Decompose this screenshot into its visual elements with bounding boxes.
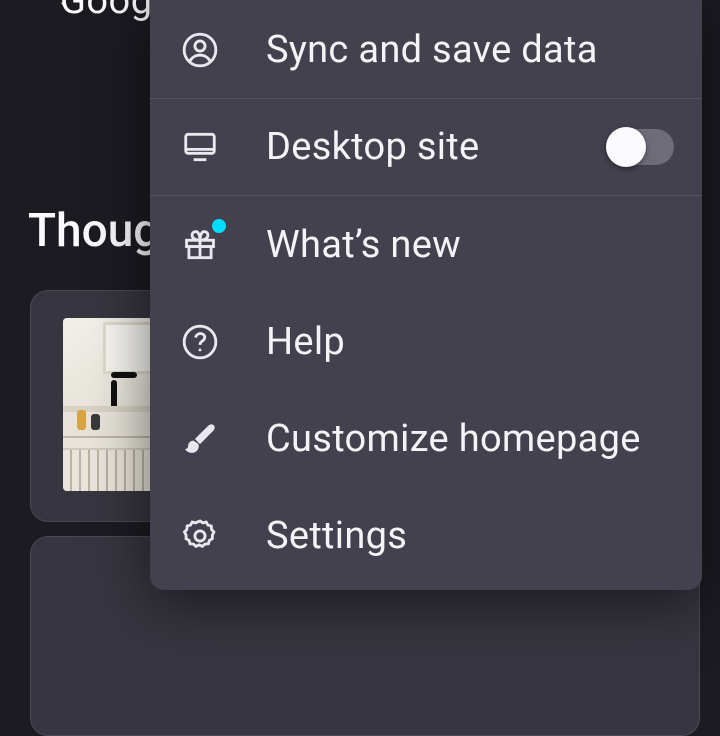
desktop-site-toggle[interactable] xyxy=(606,129,674,165)
menu-item-settings[interactable]: Settings xyxy=(150,487,702,584)
menu-item-label: Customize homepage xyxy=(266,417,641,461)
top-link-text: Goog xyxy=(60,0,153,23)
gear-icon xyxy=(178,514,222,558)
badge-dot-icon xyxy=(212,219,226,233)
menu-item-sync[interactable]: Sync and save data xyxy=(150,2,702,99)
menu-item-label: Settings xyxy=(266,514,407,558)
brush-icon xyxy=(178,417,222,461)
menu-item-label: Help xyxy=(266,320,345,364)
gift-icon xyxy=(178,223,222,267)
overflow-menu: Sync and save data Desktop site What’s n… xyxy=(150,0,702,590)
menu-item-desktop-site[interactable]: Desktop site xyxy=(150,99,702,196)
menu-item-whats-new[interactable]: What’s new xyxy=(150,196,702,293)
menu-item-customize-homepage[interactable]: Customize homepage xyxy=(150,390,702,487)
section-heading: Thoug xyxy=(28,204,159,258)
menu-item-label: What’s new xyxy=(266,223,461,267)
help-icon xyxy=(178,320,222,364)
desktop-icon xyxy=(178,125,222,169)
menu-item-label: Sync and save data xyxy=(266,28,598,72)
account-circle-icon xyxy=(178,28,222,72)
menu-item-help[interactable]: Help xyxy=(150,293,702,390)
menu-item-label: Desktop site xyxy=(266,125,480,169)
